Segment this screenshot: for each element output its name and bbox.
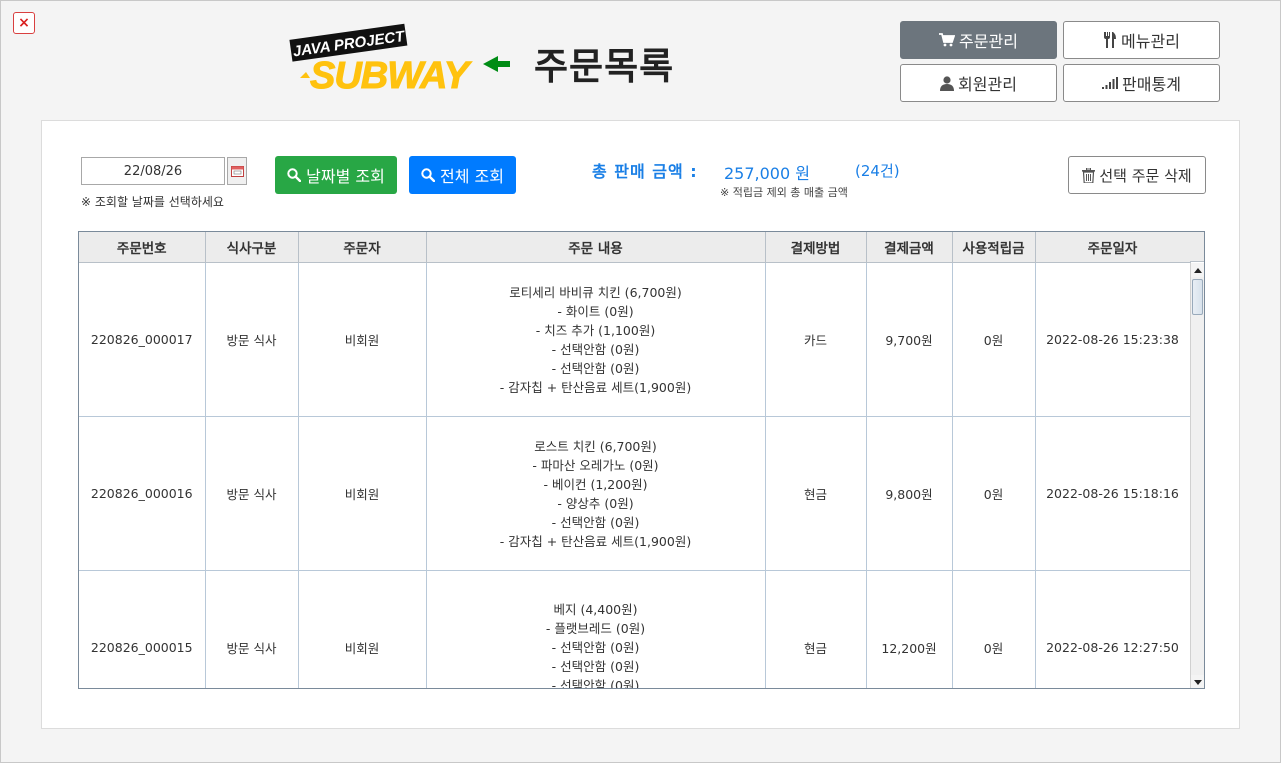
cart-icon	[939, 33, 956, 47]
search-icon	[421, 168, 436, 182]
cell-order-content: 베지 (4,400원) - 플랫브레드 (0원) - 선택안함 (0원) - 선…	[426, 570, 766, 689]
trash-icon	[1082, 167, 1096, 183]
header-order-date[interactable]: 주문일자	[1035, 232, 1191, 263]
date-input[interactable]	[81, 157, 225, 185]
subway-logo: JAVA PROJECT SUBWAY	[289, 23, 510, 94]
cell-customer: 비회원	[298, 262, 427, 417]
orders-table: 주문번호 식사구분 주문자 주문 내용 결제방법 결제금액 사용적립금 주문일자…	[78, 231, 1205, 689]
cell-order-no: 220826_000015	[79, 570, 206, 688]
menu-manage-button[interactable]: 메뉴관리	[1063, 21, 1220, 59]
cell-payment-method: 현금	[765, 416, 867, 571]
orders-table-grid: 주문번호 식사구분 주문자 주문 내용 결제방법 결제금액 사용적립금 주문일자…	[79, 232, 1191, 689]
header-payment-amount[interactable]: 결제금액	[866, 232, 953, 263]
cell-meal-type: 방문 식사	[205, 416, 299, 571]
cell-meal-type: 방문 식사	[205, 570, 299, 688]
close-button[interactable]: ×	[13, 12, 35, 34]
delete-selected-button[interactable]: 선택 주문 삭제	[1068, 156, 1206, 194]
calendar-icon	[230, 165, 244, 177]
order-item-line: - 선택안함 (0원)	[551, 360, 640, 376]
header-order-content[interactable]: 주문 내용	[426, 232, 766, 263]
cell-order-content: 로스트 치킨 (6,700원) - 파마산 오레가노 (0원) - 베이컨 (1…	[426, 416, 766, 571]
delete-selected-label: 선택 주문 삭제	[1099, 166, 1192, 185]
calendar-button[interactable]	[227, 157, 247, 185]
arrow-down-icon	[1193, 679, 1202, 685]
cell-order-no: 220826_000017	[79, 262, 206, 417]
header-customer[interactable]: 주문자	[298, 232, 427, 263]
scroll-down-button[interactable]	[1191, 675, 1204, 688]
order-item-line: - 선택안함 (0원)	[551, 659, 640, 674]
signal-bars-icon	[1102, 77, 1119, 89]
cell-used-points: 0원	[952, 262, 1036, 417]
order-item-line: - 선택안함 (0원)	[551, 341, 640, 357]
order-manage-label: 주문관리	[959, 32, 1018, 51]
order-item-line: - 베이컨 (1,200원)	[543, 476, 648, 492]
order-item-line: 로스트 치킨 (6,700원)	[534, 438, 657, 454]
cell-payment-amount: 9,700원	[866, 262, 953, 417]
header-used-points[interactable]: 사용적립금	[952, 232, 1036, 263]
order-item-line: 로티세리 바비큐 치킨 (6,700원)	[509, 284, 682, 300]
scrollbar-corner	[1190, 232, 1204, 262]
cell-payment-amount: 9,800원	[866, 416, 953, 571]
cell-order-date: 2022-08-26 15:18:16	[1035, 416, 1191, 571]
user-icon	[940, 75, 955, 91]
menu-manage-label: 메뉴관리	[1121, 32, 1180, 51]
search-all-button[interactable]: 전체 조회	[409, 156, 516, 194]
table-header-row: 주문번호 식사구분 주문자 주문 내용 결제방법 결제금액 사용적립금 주문일자	[79, 232, 1191, 263]
cell-payment-amount: 12,200원	[866, 570, 953, 688]
total-sales-label: 총 판매 금액 :	[592, 162, 698, 181]
order-item-line: - 화이트 (0원)	[557, 303, 634, 319]
cell-payment-method: 카드	[765, 262, 867, 417]
cell-customer: 비회원	[298, 416, 427, 571]
cell-order-date: 2022-08-26 12:27:50	[1035, 570, 1191, 688]
cell-used-points: 0원	[952, 416, 1036, 571]
search-icon	[287, 168, 302, 182]
header-payment-method[interactable]: 결제방법	[765, 232, 867, 263]
page-title: 주문목록	[534, 45, 675, 88]
arrow-up-icon	[1193, 267, 1202, 273]
order-item-line: - 선택안함 (0원)	[551, 678, 640, 689]
table-row[interactable]: 220826_000016 방문 식사 비회원 로스트 치킨 (6,700원) …	[79, 416, 1191, 571]
cell-meal-type: 방문 식사	[205, 262, 299, 417]
logo-brand-text: SUBWAY	[310, 55, 473, 94]
search-by-date-label: 날짜별 조회	[306, 167, 385, 186]
date-hint: ※ 조회할 날짜를 선택하세요	[81, 195, 224, 209]
order-manage-button[interactable]: 주문관리	[900, 21, 1057, 59]
sales-stats-label: 판매통계	[1122, 75, 1181, 94]
cell-customer: 비회원	[298, 570, 427, 688]
table-row[interactable]: 220826_000017 방문 식사 비회원 로티세리 바비큐 치킨 (6,7…	[79, 262, 1191, 417]
order-item-line: - 양상추 (0원)	[557, 495, 634, 511]
order-item-line: - 선택안함 (0원)	[551, 640, 640, 655]
header-order-no[interactable]: 주문번호	[79, 232, 206, 263]
cell-payment-method: 현금	[765, 570, 867, 688]
total-sales-amount: 257,000 원	[724, 164, 810, 183]
search-by-date-button[interactable]: 날짜별 조회	[275, 156, 397, 194]
order-item-line: - 파마산 오레가노 (0원)	[532, 457, 659, 473]
scrollbar-thumb[interactable]	[1192, 279, 1203, 315]
cell-used-points: 0원	[952, 570, 1036, 688]
vertical-scrollbar[interactable]	[1190, 263, 1204, 688]
order-item-line: - 치즈 추가 (1,100원)	[535, 322, 656, 338]
header-meal-type[interactable]: 식사구분	[205, 232, 299, 263]
total-sales-note: ※ 적립금 제외 총 매출 금액	[720, 186, 848, 199]
search-all-label: 전체 조회	[440, 167, 504, 186]
scroll-up-button[interactable]	[1191, 263, 1204, 277]
member-manage-button[interactable]: 회원관리	[900, 64, 1057, 102]
close-icon: ×	[18, 15, 30, 31]
cell-order-content: 로티세리 바비큐 치킨 (6,700원) - 화이트 (0원) - 치즈 추가 …	[426, 262, 766, 417]
member-manage-label: 회원관리	[958, 75, 1017, 94]
total-order-count: (24건)	[855, 162, 900, 180]
order-item-line: 베지 (4,400원)	[553, 602, 638, 617]
order-item-line: - 감자칩 + 탄산음료 세트(1,900원)	[499, 533, 692, 549]
sales-stats-button[interactable]: 판매통계	[1063, 64, 1220, 102]
order-item-line: - 플랫브레드 (0원)	[545, 621, 646, 636]
cell-order-no: 220826_000016	[79, 416, 206, 571]
cutlery-icon	[1104, 32, 1117, 48]
table-row[interactable]: 220826_000015 방문 식사 비회원 베지 (4,400원) - 플랫…	[79, 570, 1191, 689]
cell-order-date: 2022-08-26 15:23:38	[1035, 262, 1191, 417]
order-item-line: - 감자칩 + 탄산음료 세트(1,900원)	[499, 379, 692, 395]
order-item-line: - 선택안함 (0원)	[551, 514, 640, 530]
